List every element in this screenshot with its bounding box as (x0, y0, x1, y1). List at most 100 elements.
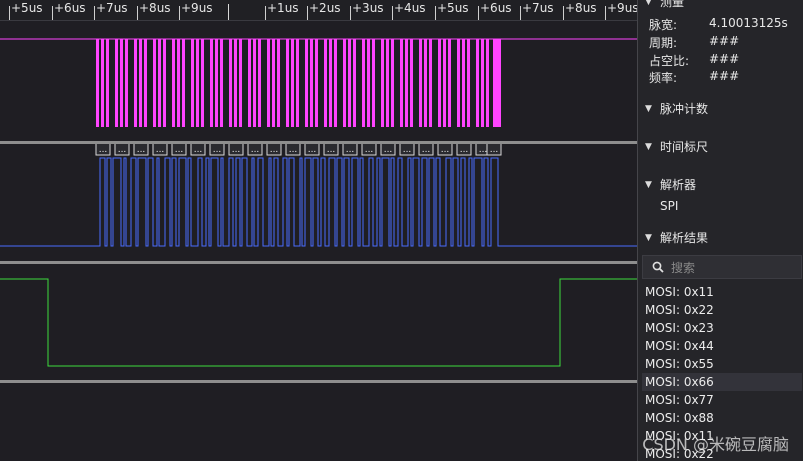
clock-pulse (253, 39, 256, 127)
channel-separator-1 (0, 141, 637, 144)
pulse-count-header[interactable]: ▼ 脉冲计数 (638, 98, 803, 120)
clock-pulse (201, 39, 204, 127)
clock-pulse (400, 39, 403, 127)
decode-marker-row: ........................................… (95, 142, 502, 156)
clock-channel (96, 39, 501, 127)
clock-pulse (410, 39, 413, 127)
collapse-arrow-icon: ▼ (645, 233, 652, 243)
clock-pulse (215, 39, 218, 127)
watermark: CSDN @米碗豆腐脑 (642, 435, 789, 454)
decode-marker-text: ... (232, 145, 241, 155)
clock-pulse (210, 39, 213, 127)
clock-pulse (134, 39, 137, 127)
decode-marker-text: ... (441, 145, 450, 155)
clock-pulse (457, 39, 460, 127)
decode-marker-text: ... (213, 145, 222, 155)
clock-pulse (419, 39, 422, 127)
clock-pulse (381, 39, 384, 127)
clock-pulse (115, 39, 118, 127)
decode-marker-text: ... (490, 145, 499, 155)
clock-pulse (182, 39, 185, 127)
clock-pulse (353, 39, 356, 127)
clock-pulse (239, 39, 242, 127)
decode-marker-text: ... (118, 145, 127, 155)
analyzer-value[interactable]: SPI (660, 199, 678, 213)
measure-header[interactable]: ▼ 测量 (638, 0, 803, 13)
clock-pulse (334, 39, 337, 127)
analyzer-header[interactable]: ▼ 解析器 (638, 174, 803, 196)
result-list-item[interactable]: MOSI: 0x22 (642, 301, 802, 319)
clock-pulse (310, 39, 313, 127)
clock-pulse (348, 39, 351, 127)
result-list-item[interactable]: MOSI: 0x23 (642, 319, 802, 337)
clock-pulse (391, 39, 394, 127)
channel-separator-2 (0, 261, 637, 264)
result-list-item[interactable]: MOSI: 0x77 (642, 391, 802, 409)
result-list-item[interactable]: MOSI: 0x11 (642, 283, 802, 301)
clock-pulse (101, 39, 104, 127)
clock-pulse (448, 39, 451, 127)
clock-pulse (139, 39, 142, 127)
decode-marker-text: ... (308, 145, 317, 155)
decode-marker-text: ... (422, 145, 431, 155)
clock-pulse (125, 39, 128, 127)
decode-marker-text: ... (194, 145, 203, 155)
results-header[interactable]: ▼ 解析结果 (638, 227, 803, 249)
chipselect-signal (0, 278, 637, 367)
clock-pulse (462, 39, 465, 127)
collapse-arrow-icon: ▼ (645, 142, 652, 152)
clock-pulse (196, 39, 199, 127)
decode-marker-text: ... (156, 145, 165, 155)
collapse-arrow-icon: ▼ (645, 0, 652, 7)
result-list-item[interactable]: MOSI: 0x88 (642, 409, 802, 427)
clock-pulse (229, 39, 232, 127)
clock-pulse (96, 39, 99, 127)
waveform-area[interactable]: +5us +6us +7us +8us +9us +1us +2us +3us +4us +5us… (0, 0, 639, 461)
clock-pulse (438, 39, 441, 127)
clock-pulse (172, 39, 175, 127)
collapse-arrow-icon: ▼ (645, 180, 652, 190)
clock-pulse (367, 39, 370, 127)
decode-marker-text: ... (270, 145, 279, 155)
clock-pulse (481, 39, 484, 127)
decode-marker-text: ... (460, 145, 469, 155)
clock-pulse (305, 39, 308, 127)
clock-pulse (476, 39, 479, 127)
decode-marker-text: ... (365, 145, 374, 155)
clock-pulse (191, 39, 194, 127)
clock-pulse (144, 39, 147, 127)
decode-marker-text: ... (327, 145, 336, 155)
clock-pulse (329, 39, 332, 127)
waveform-canvas[interactable]: ........................................… (0, 0, 637, 461)
decode-marker-text: ... (137, 145, 146, 155)
clock-pulse (362, 39, 365, 127)
channel-separator-3 (0, 380, 637, 383)
clock-pulse (120, 39, 123, 127)
clock-pulse (158, 39, 161, 127)
clock-pulse (220, 39, 223, 127)
decode-marker-text: ... (175, 145, 184, 155)
data-signal-path (0, 157, 637, 247)
clock-pulse (277, 39, 280, 127)
search-input[interactable]: 搜索 (642, 255, 802, 279)
clock-pulse (272, 39, 275, 127)
clock-pulse (429, 39, 432, 127)
clock-pulse (258, 39, 261, 127)
clock-pulse (291, 39, 294, 127)
clock-pulse (486, 39, 489, 127)
clock-pulse (163, 39, 166, 127)
data-channel (0, 157, 637, 247)
result-list-item[interactable]: MOSI: 0x44 (642, 337, 802, 355)
result-list-item[interactable]: MOSI: 0x66 (642, 373, 802, 391)
clock-pulse (493, 39, 501, 127)
time-ruler-header[interactable]: ▼ 时间标尺 (638, 136, 803, 158)
decode-marker-text: ... (99, 145, 108, 155)
clock-pulse (343, 39, 346, 127)
result-list-item[interactable]: MOSI: 0x55 (642, 355, 802, 373)
search-placeholder: 搜索 (671, 261, 696, 275)
clock-pulse (234, 39, 237, 127)
clock-pulse (296, 39, 299, 127)
collapse-arrow-icon: ▼ (645, 104, 652, 114)
decode-marker-text: ... (251, 145, 260, 155)
clock-pulse (424, 39, 427, 127)
